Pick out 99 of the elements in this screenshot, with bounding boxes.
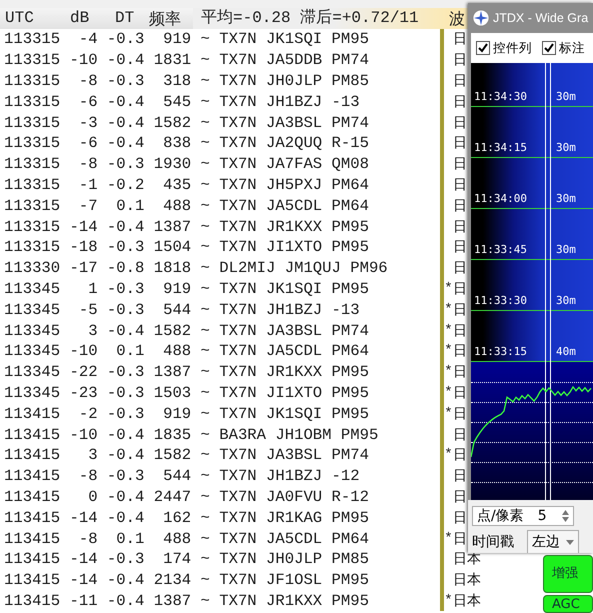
- band-label: 40m: [556, 345, 576, 358]
- checkbox[interactable]: [476, 41, 490, 55]
- decode-line[interactable]: 113415 -10 -0.4 1835 ~ BA3RA JH1OBM PM95: [0, 424, 440, 445]
- country-text: 日: [453, 302, 467, 318]
- column-header: dB: [70, 8, 90, 29]
- stats-text: 平均=-0.28 滞后=+0.72/11: [193, 8, 449, 29]
- time-label: 11:34:15: [473, 141, 528, 154]
- time-label: 11:33:30: [473, 294, 528, 307]
- country-text: 日: [453, 72, 467, 89]
- decode-line[interactable]: 113345 3 -0.4 1582 ~ TX7N JA3BSL PM74: [0, 320, 440, 341]
- spin-value: 5: [538, 508, 547, 524]
- country-text: 日: [453, 176, 467, 193]
- decode-line[interactable]: 113345 1 -0.3 919 ~ TX7N JK1SQI PM95: [0, 278, 440, 299]
- country-text: 日: [453, 31, 467, 48]
- marker-text: *: [444, 324, 453, 338]
- time-label: 11:33:15: [473, 345, 528, 358]
- decode-line[interactable]: 113345 -22 -0.3 1387 ~ TX7N JR1KXX PM95: [0, 362, 440, 382]
- decode-line[interactable]: 113415 -8 0.1 488 ~ TX7N JA5CDL PM64: [0, 528, 440, 549]
- country-text: 日: [453, 280, 467, 297]
- marker-text: *: [444, 406, 453, 421]
- band-label: 30m: [556, 192, 576, 205]
- marker-text: *: [444, 386, 453, 400]
- country-text: 日: [453, 426, 467, 443]
- decode-line[interactable]: 113415 0 -0.4 2447 ~ TX7N JA0FVU R-12: [0, 486, 440, 507]
- time-label: 11:34:00: [473, 192, 528, 205]
- marker-text: *: [444, 532, 453, 546]
- decode-line[interactable]: 113315 -7 0.1 488 ~ TX7N JA5CDL PM64: [0, 196, 440, 216]
- country-text: 日本: [453, 572, 481, 588]
- country-text: 日: [453, 239, 467, 256]
- country-text: 日: [453, 530, 467, 547]
- checkbox[interactable]: [542, 41, 556, 55]
- band-label: 30m: [556, 141, 576, 154]
- decode-line[interactable]: 113345 -5 -0.3 544 ~ TX7N JH1BZJ -13: [0, 300, 440, 320]
- country-text: 日: [453, 218, 467, 235]
- dropdown[interactable]: 左边: [527, 530, 579, 553]
- decode-line[interactable]: 113415 3 -0.4 1582 ~ TX7N JA3BSL PM74: [0, 445, 440, 466]
- decode-line[interactable]: 113415 -14 -0.4 2134 ~ TX7N JF1OSL PM95: [0, 570, 440, 590]
- action-button[interactable]: 增强: [543, 555, 593, 593]
- spin-label: 点/像素: [477, 507, 524, 525]
- country-text: 日: [453, 384, 467, 401]
- decode-line[interactable]: 113415 -11 -0.4 1387 ~ TX7N JR1KXX PM95: [0, 590, 440, 611]
- decode-line[interactable]: 113315 -14 -0.4 1387 ~ TX7N JR1KXX PM95: [0, 216, 440, 237]
- country-text: 日: [453, 114, 467, 131]
- decode-line[interactable]: 113415 -2 -0.3 919 ~ TX7N JK1SQI PM95: [0, 404, 440, 424]
- country-text: 日: [453, 468, 467, 484]
- marker-text: *: [444, 448, 453, 462]
- decode-line[interactable]: 113315 -6 -0.4 545 ~ TX7N JH1BZJ -13: [0, 92, 440, 112]
- decode-line[interactable]: 113315 -8 -0.3 318 ~ TX7N JH0JLP PM85: [0, 70, 440, 91]
- band-label: 30m: [556, 243, 576, 256]
- country-text: 日: [453, 488, 467, 505]
- country-text: 日: [453, 322, 467, 339]
- country-text: 日: [453, 510, 467, 526]
- dropdown-value: 左边: [532, 533, 560, 551]
- country-text: 日: [453, 406, 467, 422]
- time-label: 11:33:45: [473, 243, 528, 256]
- decode-line[interactable]: 113315 -3 -0.4 1582 ~ TX7N JA3BSL PM74: [0, 112, 440, 133]
- country-text: 日: [453, 52, 467, 68]
- caret-icon: [566, 540, 574, 544]
- country-text: 日: [453, 135, 467, 152]
- band-label: 30m: [556, 90, 576, 103]
- column-header: 频率: [148, 8, 182, 29]
- spin-box[interactable]: 点/像素 5: [472, 506, 574, 526]
- marker-text: *: [444, 282, 453, 296]
- decode-line[interactable]: 113415 -14 -0.4 162 ~ TX7N JR1KAG PM95: [0, 508, 440, 528]
- decode-line[interactable]: 113345 -23 -0.3 1503 ~ TX7N JI1XTO PM95: [0, 382, 440, 403]
- country-text: 日本: [453, 592, 481, 609]
- checkbox-label: 控件列: [493, 40, 532, 56]
- band-label: 30m: [556, 294, 576, 307]
- time-label: 11:34:30: [473, 90, 528, 103]
- column-header: UTC: [4, 8, 35, 29]
- action-button[interactable]: AGC: [543, 595, 593, 613]
- country-text: 日: [453, 94, 467, 110]
- country-text: 日: [453, 156, 467, 172]
- marker-text: *: [444, 302, 453, 317]
- decode-line[interactable]: 113315 -8 -0.3 1930 ~ TX7N JA7FAS QM08: [0, 154, 440, 174]
- decode-line[interactable]: 113315 -10 -0.4 1831 ~ TX7N JA5DDB PM74: [0, 50, 440, 70]
- marker-text: *: [444, 365, 453, 380]
- decode-line[interactable]: 113345 -10 0.1 488 ~ TX7N JA5CDL PM64: [0, 341, 440, 362]
- decode-line[interactable]: 113330 -17 -0.8 1818 ~ DL2MIJ JM1QUJ PM96: [0, 258, 440, 278]
- country-text: 日: [453, 343, 467, 360]
- decode-line[interactable]: 113315 -18 -0.3 1504 ~ TX7N JI1XTO PM95: [0, 237, 440, 258]
- marker-text: *: [444, 594, 453, 608]
- decode-line[interactable]: 113315 -4 -0.3 919 ~ TX7N JK1SQI PM95: [0, 29, 440, 50]
- spin-arrows-icon[interactable]: [561, 509, 570, 523]
- column-header: DT: [115, 8, 136, 29]
- marker-text: *: [444, 344, 453, 358]
- compass-icon: [473, 10, 489, 26]
- country-text: 日: [453, 364, 467, 380]
- country-text: 日: [453, 198, 467, 214]
- country-text: 日本: [453, 551, 481, 568]
- country-text: 日: [453, 447, 467, 464]
- country-text: 日: [453, 260, 467, 276]
- window-title: JTDX - Wide Gra: [493, 11, 588, 25]
- decode-line[interactable]: 113415 -8 -0.3 544 ~ TX7N JH1BZJ -12: [0, 466, 440, 486]
- decode-line[interactable]: 113315 -6 -0.4 838 ~ TX7N JA2QUQ R-15: [0, 133, 440, 154]
- decode-line[interactable]: 113415 -14 -0.3 174 ~ TX7N JH0JLP PM85: [0, 549, 440, 570]
- decode-line[interactable]: 113315 -1 -0.2 435 ~ TX7N JH5PXJ PM64: [0, 174, 440, 195]
- field-label: 时间戳: [472, 533, 514, 551]
- checkbox-label: 标注: [559, 40, 585, 56]
